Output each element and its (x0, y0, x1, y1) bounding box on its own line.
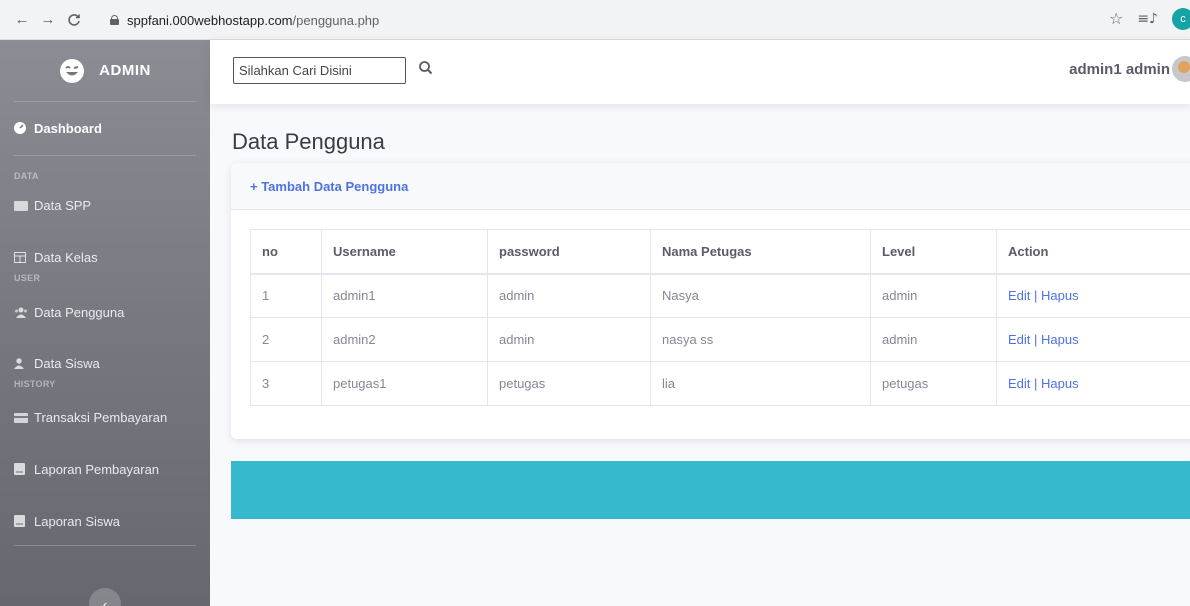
sidebar-item-label: Dashboard (34, 120, 102, 136)
column-header-password: password (487, 229, 651, 275)
search-icon[interactable] (418, 60, 438, 80)
hapus-link[interactable]: Hapus (1041, 288, 1079, 303)
money-icon (14, 199, 28, 211)
column-header-no: no (250, 229, 322, 275)
avatar[interactable] (1172, 56, 1190, 82)
cell-no: 1 (250, 273, 322, 318)
cell-username: petugas1 (321, 361, 488, 406)
cell-action: Edit | Hapus (996, 361, 1190, 406)
column-header-nama-petugas: Nama Petugas (650, 229, 871, 275)
sidebar-item-label: Data Kelas (34, 249, 98, 265)
sidebar-item-data-spp[interactable]: Data SPP (0, 193, 210, 217)
hapus-link[interactable]: Hapus (1041, 332, 1079, 347)
sidebar-item-label: Data Pengguna (34, 304, 125, 320)
sidebar-item-laporan-pembayaran[interactable]: Laporan Pembayaran (0, 457, 210, 481)
cell-level: petugas (870, 361, 997, 406)
column-header-action: Action (996, 229, 1190, 275)
page-title: Data Pengguna (232, 129, 385, 154)
cell-level: admin (870, 317, 997, 362)
sidebar-item-label: Data Siswa (34, 355, 100, 371)
sidebar-item-data-siswa[interactable]: Data Siswa (0, 351, 210, 375)
sidebar-item-transaksi[interactable]: Transaksi Pembayaran (0, 405, 210, 429)
cell-level: admin (870, 273, 997, 318)
credit-card-icon (14, 411, 28, 423)
sidebar-heading-user: USER (14, 273, 41, 283)
table-row: 2 admin2 admin nasya ss admin Edit | Hap… (250, 317, 1190, 362)
cell-no: 3 (250, 361, 322, 406)
info-banner (231, 461, 1190, 519)
cell-nama-petugas: Nasya (650, 273, 871, 318)
column-header-username: Username (321, 229, 488, 275)
edit-link[interactable]: Edit (1008, 332, 1030, 347)
url-host: sppfani.000webhostapp.com (127, 12, 293, 28)
users-table-wrapper: no Username password Nama Petugas Level … (250, 229, 1190, 406)
column-header-level: Level (870, 229, 997, 275)
address-bar[interactable]: sppfani.000webhostapp.com/pengguna.php (110, 8, 1130, 32)
cell-no: 2 (250, 317, 322, 362)
sidebar-item-label: Data SPP (34, 197, 92, 213)
table-row: 3 petugas1 petugas lia petugas Edit | Ha… (250, 361, 1190, 406)
cell-action: Edit | Hapus (996, 273, 1190, 318)
hapus-link[interactable]: Hapus (1041, 376, 1079, 391)
sidebar-item-label: Transaksi Pembayaran (34, 409, 168, 425)
book-icon (14, 515, 26, 527)
cell-username: admin1 (321, 273, 488, 318)
tachometer-icon (14, 122, 26, 134)
sidebar-item-data-pengguna[interactable]: Data Pengguna (0, 300, 210, 324)
action-separator: | (1034, 288, 1038, 304)
sidebar-divider (14, 545, 196, 546)
lock-icon (110, 15, 119, 25)
topbar: admin1 admin (210, 40, 1190, 104)
edit-link[interactable]: Edit (1008, 376, 1030, 391)
cell-username: admin2 (321, 317, 488, 362)
sidebar-heading-data: DATA (14, 171, 39, 181)
sidebar-brand[interactable]: ADMIN (14, 40, 196, 102)
add-user-button[interactable]: + Tambah Data Pengguna (250, 179, 408, 194)
back-icon[interactable]: ← (12, 10, 32, 30)
sidebar-item-data-kelas[interactable]: Data Kelas (0, 245, 210, 269)
edit-link[interactable]: Edit (1008, 288, 1030, 303)
table-row: 1 admin1 admin Nasya admin Edit | Hapus (250, 273, 1190, 318)
laugh-wink-icon (60, 58, 85, 83)
user-name[interactable]: admin1 admin (1069, 61, 1170, 78)
bookmark-star-icon[interactable]: ☆ (1109, 9, 1123, 29)
url-path: /pengguna.php (292, 12, 380, 28)
cell-nama-petugas: nasya ss (650, 317, 871, 362)
users-icon (14, 306, 27, 318)
reload-icon[interactable] (64, 10, 84, 30)
sidebar-toggle-button[interactable]: ‹ (89, 588, 121, 606)
user-icon (14, 357, 26, 369)
chevron-left-icon: ‹ (102, 596, 108, 606)
brand-text: ADMIN (99, 62, 151, 79)
search-input[interactable] (233, 57, 406, 84)
forward-icon[interactable]: → (38, 10, 58, 30)
sidebar: ADMIN Dashboard DATA Data SPP Data Kelas… (0, 40, 210, 606)
table-header-row: no Username password Nama Petugas Level … (250, 229, 1190, 275)
cell-password: admin (487, 273, 651, 318)
users-table: no Username password Nama Petugas Level … (250, 229, 1190, 406)
table-icon (14, 251, 26, 263)
sidebar-item-label: Laporan Siswa (34, 513, 120, 529)
sidebar-item-label: Laporan Pembayaran (34, 461, 160, 477)
action-separator: | (1034, 332, 1038, 347)
browser-toolbar: ← → sppfani.000webhostapp.com/pengguna.p… (0, 0, 1190, 40)
sidebar-heading-history: HISTORY (14, 379, 56, 389)
reading-list-icon[interactable]: ≡♪ (1137, 11, 1158, 27)
sidebar-item-laporan-siswa[interactable]: Laporan Siswa (0, 509, 210, 533)
users-card: + Tambah Data Pengguna no Username passw… (231, 163, 1190, 439)
sidebar-item-dashboard[interactable]: Dashboard (0, 116, 210, 140)
card-header: + Tambah Data Pengguna (231, 163, 1190, 210)
cell-password: admin (487, 317, 651, 362)
cell-password: petugas (487, 361, 651, 406)
profile-avatar[interactable]: c (1172, 8, 1190, 30)
book-icon (14, 463, 26, 475)
cell-action: Edit | Hapus (996, 317, 1190, 362)
cell-nama-petugas: lia (650, 361, 871, 406)
action-separator: | (1034, 376, 1038, 391)
